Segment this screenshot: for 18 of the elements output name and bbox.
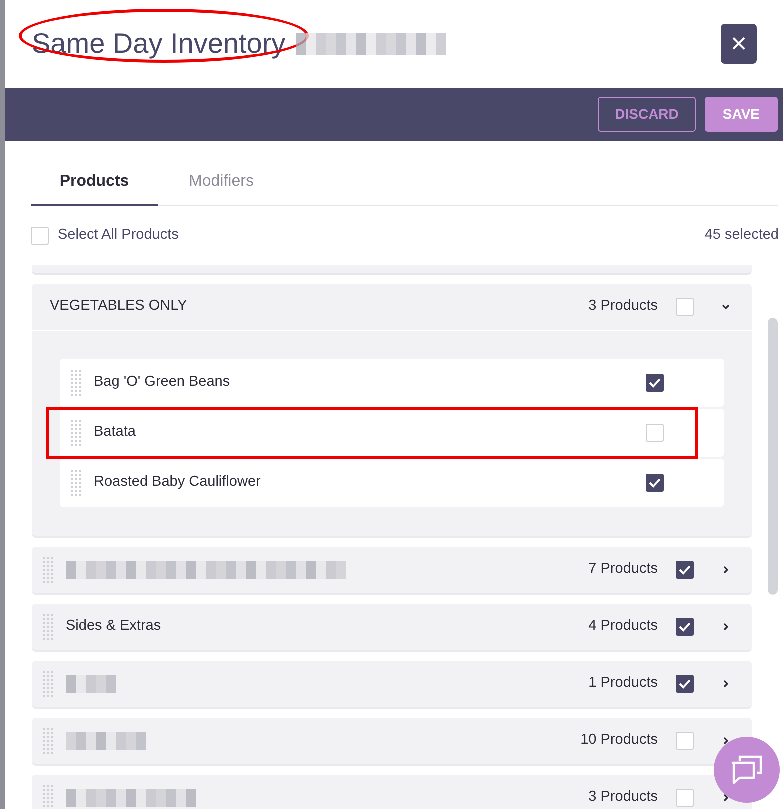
close-button[interactable]: × bbox=[721, 24, 757, 64]
save-button[interactable]: SAVE bbox=[704, 97, 778, 132]
product-count: 10 Products bbox=[580, 730, 658, 750]
checkbox-label: Select All Products bbox=[58, 226, 179, 245]
product-name: Roasted Baby Cauliflower bbox=[94, 472, 261, 492]
product-count: 4 Products bbox=[588, 616, 658, 636]
product-count: 3 Products bbox=[588, 296, 658, 316]
product-name: Batata bbox=[94, 422, 136, 442]
tab[interactable]: Modifiers bbox=[158, 161, 285, 206]
selected-count: 45 selected bbox=[704, 226, 779, 245]
discard-button[interactable]: DISCARD bbox=[598, 97, 696, 132]
product-count: 7 Products bbox=[588, 560, 658, 579]
product-count: 1 Products bbox=[588, 674, 658, 693]
tab[interactable]: Products bbox=[31, 161, 158, 206]
category-name: VEGETABLES ONLY bbox=[50, 296, 188, 316]
category-name: Sides & Extras bbox=[66, 616, 162, 636]
product-name: Bag 'O' Green Beans bbox=[94, 372, 230, 392]
product-count: 3 Products bbox=[588, 788, 658, 807]
